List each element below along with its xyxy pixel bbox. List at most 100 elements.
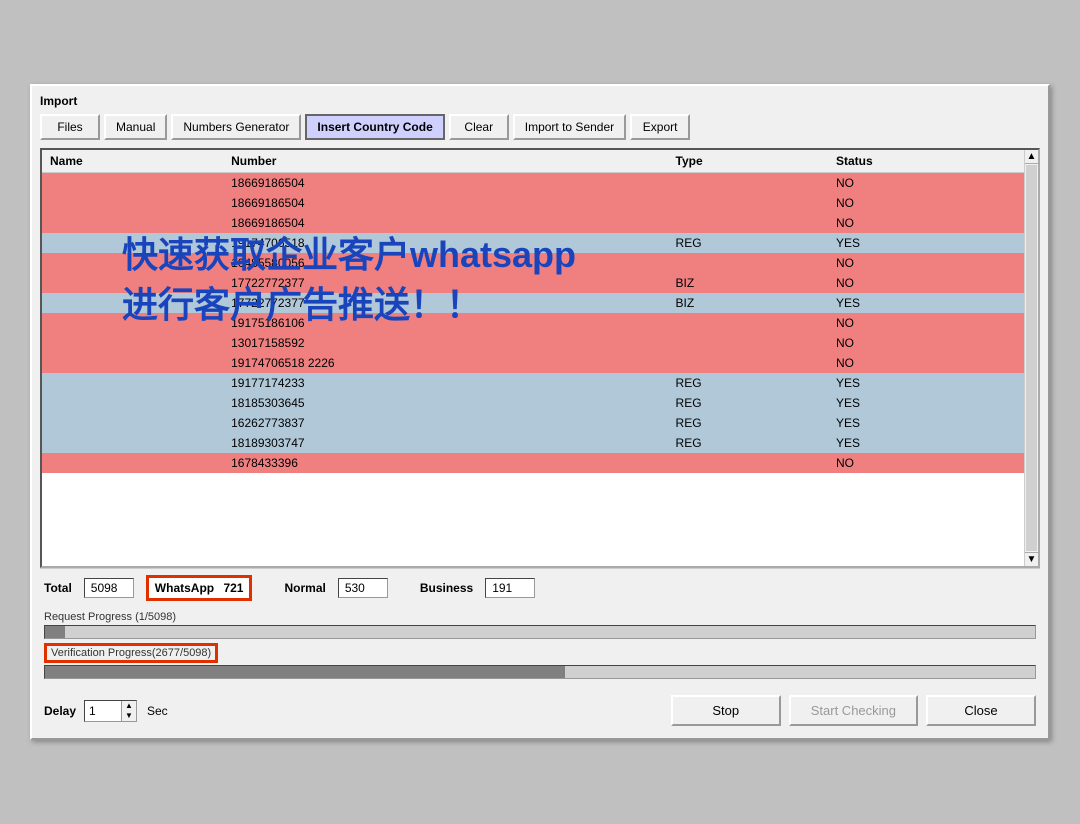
toolbar-btn-clear[interactable]: Clear bbox=[449, 114, 509, 140]
cell-type-13: REG bbox=[668, 433, 828, 453]
start-checking-button[interactable]: Start Checking bbox=[789, 695, 918, 726]
cell-type-6: BIZ bbox=[668, 293, 828, 313]
table-row: 17722772377BIZNO bbox=[42, 273, 1024, 293]
cell-status-13: YES bbox=[828, 433, 1024, 453]
scroll-up-btn[interactable]: ▲ bbox=[1025, 150, 1038, 164]
whatsapp-label: WhatsApp bbox=[155, 581, 214, 595]
delay-spinner[interactable]: ▲ ▼ bbox=[121, 701, 136, 721]
delay-up-btn[interactable]: ▲ bbox=[122, 701, 136, 711]
toolbar-btn-import-to-sender[interactable]: Import to Sender bbox=[513, 114, 626, 140]
cell-number-12: 16262773837 bbox=[223, 413, 667, 433]
scrollbar[interactable]: ▲ ▼ bbox=[1024, 150, 1038, 566]
toolbar-btn-export[interactable]: Export bbox=[630, 114, 690, 140]
cell-type-9 bbox=[668, 353, 828, 373]
cell-name-13 bbox=[42, 433, 223, 453]
data-table: NameNumberTypeStatus 18669186504NO186691… bbox=[42, 150, 1024, 473]
table-row: 19177174233REGYES bbox=[42, 373, 1024, 393]
table-row: 19174706518REGYES bbox=[42, 233, 1024, 253]
close-button[interactable]: Close bbox=[926, 695, 1036, 726]
cell-type-0 bbox=[668, 173, 828, 194]
cell-number-14: 1678433396 bbox=[223, 453, 667, 473]
verification-progress-fill bbox=[45, 666, 565, 678]
col-header-type: Type bbox=[668, 150, 828, 173]
cell-type-7 bbox=[668, 313, 828, 333]
cell-status-7: NO bbox=[828, 313, 1024, 333]
whatsapp-block: WhatsApp 721 bbox=[146, 575, 253, 601]
cell-number-7: 19175186106 bbox=[223, 313, 667, 333]
cell-status-0: NO bbox=[828, 173, 1024, 194]
section-label: Import bbox=[40, 94, 1040, 108]
cell-status-10: YES bbox=[828, 373, 1024, 393]
cell-status-2: NO bbox=[828, 213, 1024, 233]
cell-status-6: YES bbox=[828, 293, 1024, 313]
toolbar: FilesManualNumbers GeneratorInsert Count… bbox=[40, 114, 1040, 140]
cell-status-11: YES bbox=[828, 393, 1024, 413]
cell-status-4: NO bbox=[828, 253, 1024, 273]
stats-row: Total 5098 WhatsApp 721 Normal 530 Busin… bbox=[40, 568, 1040, 607]
cell-name-8 bbox=[42, 333, 223, 353]
toolbar-btn-insert-country-code[interactable]: Insert Country Code bbox=[305, 114, 444, 140]
cell-name-3 bbox=[42, 233, 223, 253]
verification-progress-track bbox=[44, 665, 1036, 679]
cell-name-4 bbox=[42, 253, 223, 273]
col-header-status: Status bbox=[828, 150, 1024, 173]
normal-label: Normal bbox=[284, 581, 325, 595]
toolbar-btn-manual[interactable]: Manual bbox=[104, 114, 167, 140]
table-row: 18185303645REGYES bbox=[42, 393, 1024, 413]
table-row: 18669186504 NO bbox=[42, 213, 1024, 233]
cell-name-10 bbox=[42, 373, 223, 393]
toolbar-btn-numbers-generator[interactable]: Numbers Generator bbox=[171, 114, 301, 140]
table-row: 13017158592 NO bbox=[42, 333, 1024, 353]
cell-name-2 bbox=[42, 213, 223, 233]
cell-name-14 bbox=[42, 453, 223, 473]
table-row: 18669186504 NO bbox=[42, 193, 1024, 213]
request-progress-fill bbox=[45, 626, 65, 638]
cell-status-1: NO bbox=[828, 193, 1024, 213]
cell-status-8: NO bbox=[828, 333, 1024, 353]
toolbar-btn-files[interactable]: Files bbox=[40, 114, 100, 140]
cell-type-5: BIZ bbox=[668, 273, 828, 293]
cell-number-13: 18189303747 bbox=[223, 433, 667, 453]
cell-status-3: YES bbox=[828, 233, 1024, 253]
cell-number-1: 18669186504 bbox=[223, 193, 667, 213]
request-progress-label: Request Progress (1/5098) bbox=[44, 611, 1036, 623]
cell-number-4: 10485580056 bbox=[223, 253, 667, 273]
cell-number-2: 18669186504 bbox=[223, 213, 667, 233]
cell-type-8 bbox=[668, 333, 828, 353]
delay-label: Delay bbox=[44, 704, 76, 718]
cell-type-12: REG bbox=[668, 413, 828, 433]
cell-number-8: 13017158592 bbox=[223, 333, 667, 353]
cell-status-9: NO bbox=[828, 353, 1024, 373]
delay-input-wrap: ▲ ▼ bbox=[84, 700, 137, 722]
sec-label: Sec bbox=[147, 704, 168, 718]
verification-progress-label: Verification Progress(2677/5098) bbox=[44, 643, 218, 663]
total-value: 5098 bbox=[84, 578, 134, 598]
cell-name-11 bbox=[42, 393, 223, 413]
normal-value: 530 bbox=[338, 578, 388, 598]
cell-status-5: NO bbox=[828, 273, 1024, 293]
cell-type-1 bbox=[668, 193, 828, 213]
cell-name-12 bbox=[42, 413, 223, 433]
delay-down-btn[interactable]: ▼ bbox=[122, 711, 136, 721]
delay-input[interactable] bbox=[85, 702, 121, 720]
request-progress-track bbox=[44, 625, 1036, 639]
cell-name-9 bbox=[42, 353, 223, 373]
table-row: 19175186106 NO bbox=[42, 313, 1024, 333]
cell-name-7 bbox=[42, 313, 223, 333]
cell-number-11: 18185303645 bbox=[223, 393, 667, 413]
table-body: 18669186504NO18669186504NO18669186504NO1… bbox=[42, 173, 1024, 474]
table-row: 19174706518 2226 NO bbox=[42, 353, 1024, 373]
cell-number-9: 19174706518 2226 bbox=[223, 353, 667, 373]
main-window: Import FilesManualNumbers GeneratorInser… bbox=[30, 84, 1050, 740]
business-label: Business bbox=[420, 581, 473, 595]
stop-button[interactable]: Stop bbox=[671, 695, 781, 726]
cell-name-0 bbox=[42, 173, 223, 194]
table-row: 18669186504NO bbox=[42, 173, 1024, 194]
scroll-down-btn[interactable]: ▼ bbox=[1025, 552, 1038, 566]
table-row: 10485580056 NO bbox=[42, 253, 1024, 273]
cell-name-6 bbox=[42, 293, 223, 313]
col-header-number: Number bbox=[223, 150, 667, 173]
table-container[interactable]: 快速获取企业客户whatsapp 进行客户广告推送！！ NameNumberTy… bbox=[42, 150, 1024, 570]
cell-status-12: YES bbox=[828, 413, 1024, 433]
cell-type-14 bbox=[668, 453, 828, 473]
